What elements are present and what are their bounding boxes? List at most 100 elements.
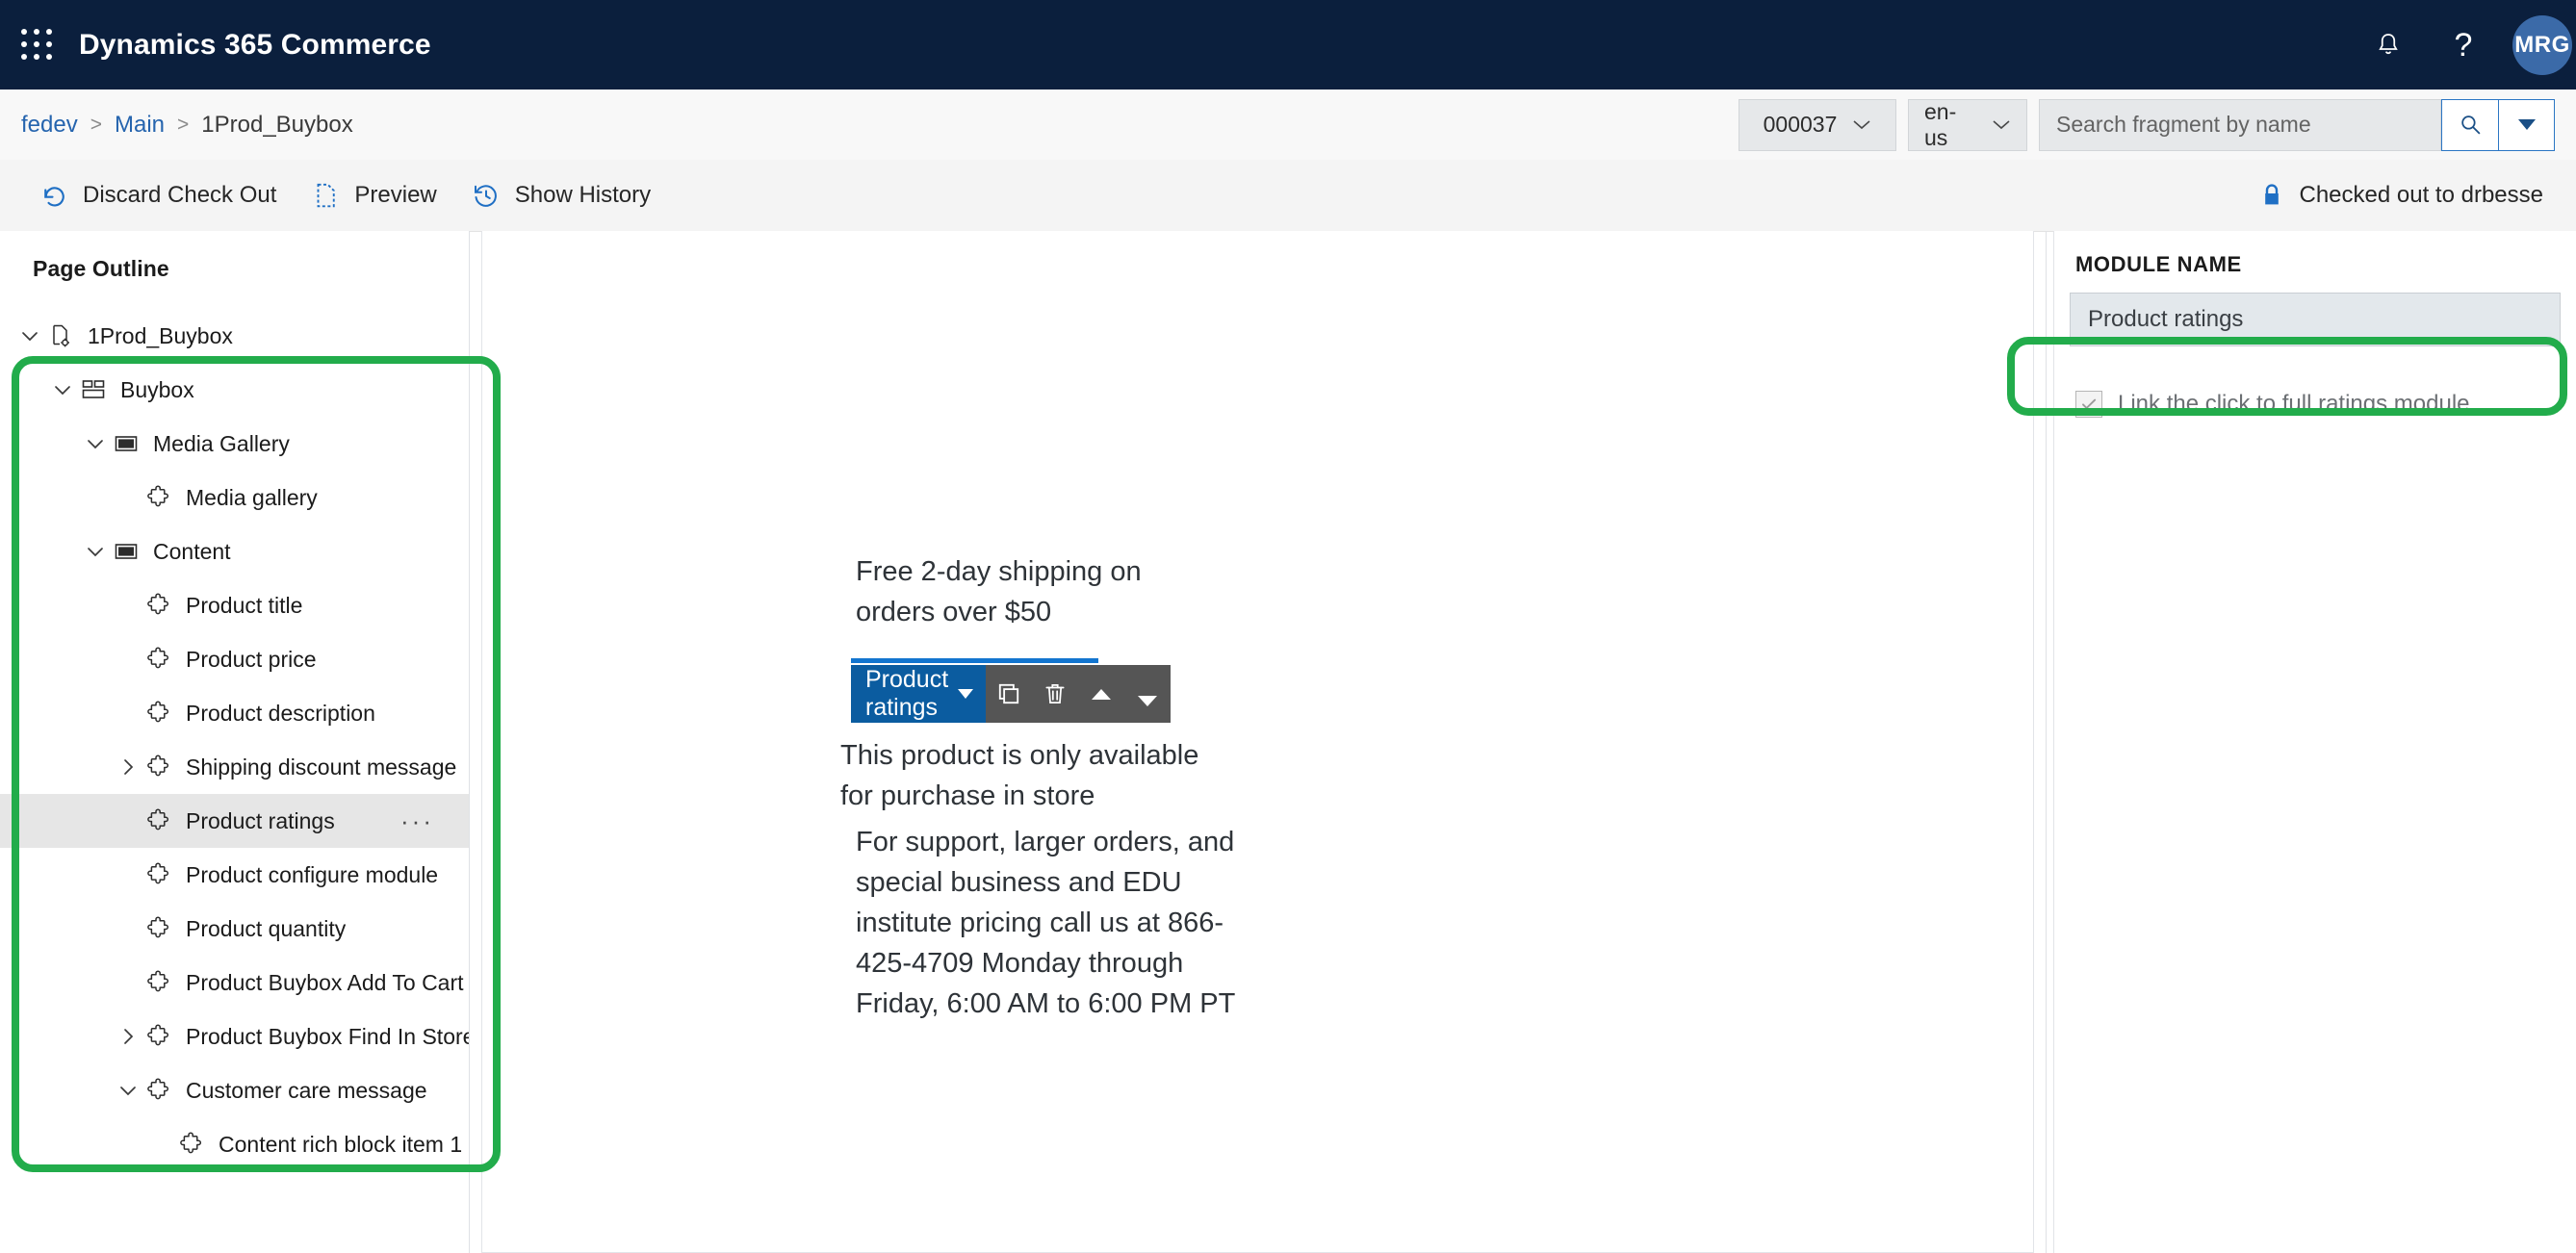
search-input-wrapper[interactable] <box>2039 98 2441 151</box>
preview-button[interactable]: Preview <box>293 160 452 231</box>
discard-check-out-label: Discard Check Out <box>83 182 277 208</box>
canvas-content: Free 2-day shipping on orders over $50 P… <box>482 231 2033 1252</box>
module-name-input[interactable]: Product ratings <box>2070 293 2561 346</box>
chevron-down-icon <box>1992 118 2011 131</box>
module-toolbar-actions <box>986 665 1172 723</box>
tree-node-product-configure-module[interactable]: Product configure module <box>0 848 469 902</box>
tree-node-label: Buybox <box>120 376 194 402</box>
page-outline-tree[interactable]: 1Prod_Buybox Buybox Media Gallery Media gal… <box>0 309 469 1171</box>
tree-node-1prod-buybox[interactable]: 1Prod_Buybox <box>0 309 469 363</box>
module-toolbar-name-label: Product ratings <box>865 666 949 721</box>
tree-node-label: Media gallery <box>186 484 318 510</box>
tree-node-product-price[interactable]: Product price <box>0 632 469 686</box>
lock-icon <box>2257 181 2286 210</box>
trash-icon[interactable] <box>1032 665 1078 723</box>
chevron-right-icon[interactable] <box>112 1020 144 1053</box>
tree-node-label: Product Buybox Find In Store <box>186 1023 470 1049</box>
page-canvas[interactable]: Free 2-day shipping on orders over $50 P… <box>481 231 2034 1253</box>
module-toolbar: Product ratings <box>851 665 1172 723</box>
search-options-chevron-down-icon[interactable] <box>2499 98 2555 151</box>
tree-node-label: Product title <box>186 592 303 618</box>
caret-down-icon[interactable] <box>1124 665 1171 723</box>
tree-node-label: Media Gallery <box>153 430 290 456</box>
checkbox-box[interactable] <box>2075 391 2102 418</box>
module-puzzle-icon <box>144 968 173 997</box>
chevron-right-icon[interactable] <box>112 751 144 783</box>
breadcrumb-item-fedev[interactable]: fedev <box>21 112 78 139</box>
fragment-search <box>2039 98 2555 151</box>
tree-node-product-ratings[interactable]: Product ratings ··· <box>0 794 469 848</box>
module-puzzle-icon <box>144 753 173 781</box>
module-toolbar-name-button[interactable]: Product ratings <box>851 665 987 723</box>
module-puzzle-icon <box>144 699 173 728</box>
shipping-discount-text[interactable]: Free 2-day shipping on orders over $50 <box>856 551 1226 632</box>
tree-node-label: 1Prod_Buybox <box>88 322 233 348</box>
tree-node-product-buybox-find-in-store[interactable]: Product Buybox Find In Store <box>0 1010 469 1063</box>
show-history-button[interactable]: Show History <box>453 160 667 231</box>
product-store-availability-text[interactable]: This product is only available for purch… <box>840 735 1225 816</box>
module-puzzle-icon <box>144 914 173 943</box>
top-nav-actions: ? MRG <box>2351 0 2576 90</box>
checkbox-label: Link the click to full ratings module <box>2118 391 2470 417</box>
tree-node-product-description[interactable]: Product description <box>0 686 469 740</box>
tree-node-buybox[interactable]: Buybox <box>0 363 469 417</box>
tree-node-media-gallery[interactable]: Media gallery <box>0 471 469 524</box>
breadcrumb-bar-actions: 000037 en-us <box>1739 98 2555 151</box>
tree-node-product-title[interactable]: Product title <box>0 578 469 632</box>
tree-node-content-rich-block-item-1[interactable]: Content rich block item 1 <box>0 1117 469 1171</box>
tree-node-label: Content <box>153 538 231 564</box>
module-properties-panel: MODULE NAME Product ratings Link the cli… <box>2053 231 2576 1253</box>
tree-node-label: Product configure module <box>186 861 439 887</box>
discard-check-out-button[interactable]: Discard Check Out <box>21 160 293 231</box>
app-root: Dynamics 365 Commerce ? MRG fedev > Main… <box>0 0 2576 1253</box>
search-icon[interactable] <box>2441 98 2499 151</box>
duplicate-icon[interactable] <box>986 665 1032 723</box>
container-icon <box>112 429 141 458</box>
version-value: 000037 <box>1763 112 1838 137</box>
chevron-down-icon[interactable] <box>13 320 46 352</box>
panel-divider-left <box>469 231 470 1253</box>
module-puzzle-icon <box>144 645 173 674</box>
caret-up-icon[interactable] <box>1078 665 1124 723</box>
panel-divider-right <box>2046 231 2047 1253</box>
locale-value: en-us <box>1924 98 1957 150</box>
layout-grid-icon <box>79 375 108 404</box>
chevron-down-icon[interactable] <box>112 1074 144 1107</box>
module-puzzle-icon <box>144 591 173 620</box>
checkout-status-label: Checked out to drbesse <box>2299 182 2544 208</box>
tree-node-product-quantity[interactable]: Product quantity <box>0 902 469 956</box>
module-name-section-title: MODULE NAME <box>2075 252 2242 276</box>
show-history-label: Show History <box>514 182 652 208</box>
app-launcher-icon[interactable] <box>21 28 54 62</box>
container-icon <box>112 537 141 566</box>
checkout-status: Checked out to drbesse <box>2257 181 2544 210</box>
customer-care-message-text[interactable]: For support, larger orders, and special … <box>856 822 1241 1024</box>
tree-node-label: Content rich block item 1 <box>219 1131 463 1157</box>
chevron-down-icon[interactable] <box>79 427 112 460</box>
tree-node-content[interactable]: Content <box>0 524 469 578</box>
breadcrumb-item-main[interactable]: Main <box>115 112 165 139</box>
tree-node-shipping-discount-message[interactable]: Shipping discount message <box>0 740 469 794</box>
tree-node-product-buybox-add-to-cart[interactable]: Product Buybox Add To Cart <box>0 956 469 1010</box>
question-mark-icon[interactable]: ? <box>2426 0 2501 90</box>
tree-node-label: Product quantity <box>186 915 347 941</box>
avatar-initials: MRG <box>2512 14 2572 75</box>
module-puzzle-icon <box>144 1022 173 1051</box>
chevron-down-icon[interactable] <box>46 373 79 406</box>
search-input[interactable] <box>2040 111 2440 139</box>
chevron-down-icon <box>958 689 974 699</box>
tree-node-media-gallery[interactable]: Media Gallery <box>0 417 469 471</box>
breadcrumb-separator: > <box>177 113 190 136</box>
chevron-down-icon[interactable] <box>79 535 112 568</box>
top-navigation-bar: Dynamics 365 Commerce ? MRG <box>0 0 2576 90</box>
chevron-down-icon <box>1852 118 1871 131</box>
version-selector[interactable]: 000037 <box>1739 98 1896 151</box>
bell-icon[interactable] <box>2351 0 2426 90</box>
tree-node-customer-care-message[interactable]: Customer care message <box>0 1063 469 1117</box>
breadcrumb: fedev > Main > 1Prod_Buybox <box>21 112 353 139</box>
app-title: Dynamics 365 Commerce <box>79 28 431 61</box>
locale-selector[interactable]: en-us <box>1908 98 2027 151</box>
link-click-to-full-ratings-checkbox[interactable]: Link the click to full ratings module <box>2075 391 2576 418</box>
preview-label: Preview <box>354 182 437 208</box>
avatar[interactable]: MRG <box>2501 0 2576 90</box>
